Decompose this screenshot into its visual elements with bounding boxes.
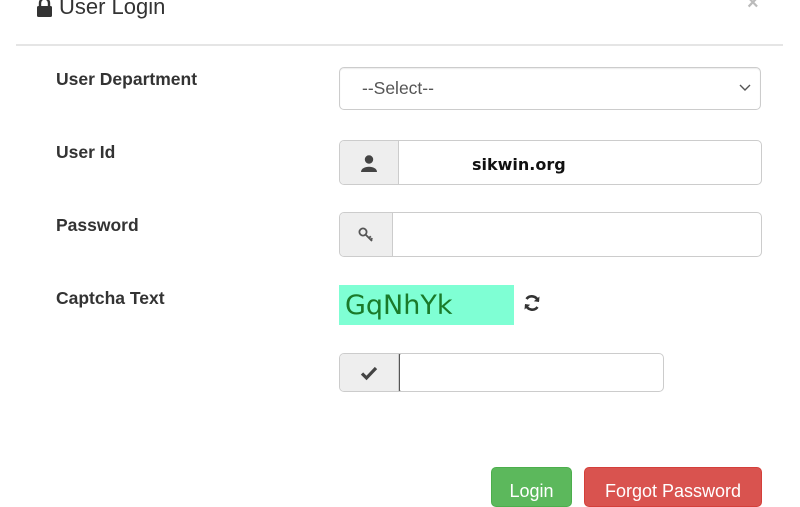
department-selected-value: --Select--: [362, 78, 434, 98]
modal-header: User Login ×: [0, 0, 800, 46]
captcha-field[interactable]: [399, 354, 663, 391]
captcha-input-group: [339, 353, 664, 392]
modal-title-text: User Login: [59, 0, 166, 19]
password-label: Password: [56, 215, 139, 235]
captcha-image: GqNhYk: [339, 285, 514, 325]
chevron-down-icon: [739, 84, 751, 91]
user-id-value: sikwin.org: [472, 155, 566, 174]
user-icon: [361, 154, 377, 172]
login-button[interactable]: Login: [491, 467, 572, 507]
user-id-input[interactable]: [399, 141, 761, 184]
check-icon: [360, 366, 378, 380]
header-divider: [16, 44, 783, 46]
user-id-label: User Id: [56, 142, 116, 162]
captcha-input[interactable]: [400, 354, 663, 391]
close-button[interactable]: ×: [747, 0, 759, 15]
password-group: [339, 212, 762, 257]
check-addon: [340, 354, 399, 391]
password-field[interactable]: [393, 213, 761, 256]
key-addon: [340, 213, 393, 256]
forgot-password-button[interactable]: Forgot Password: [584, 467, 762, 507]
captcha-label: Captcha Text: [56, 288, 165, 308]
refresh-icon[interactable]: [522, 293, 542, 313]
lock-icon: [37, 0, 52, 17]
modal-title: User Login: [36, 0, 165, 20]
password-input[interactable]: [393, 213, 761, 256]
department-label: User Department: [56, 69, 198, 89]
department-select[interactable]: --Select--: [339, 67, 761, 110]
user-addon: [340, 141, 399, 184]
key-icon: [358, 227, 374, 242]
